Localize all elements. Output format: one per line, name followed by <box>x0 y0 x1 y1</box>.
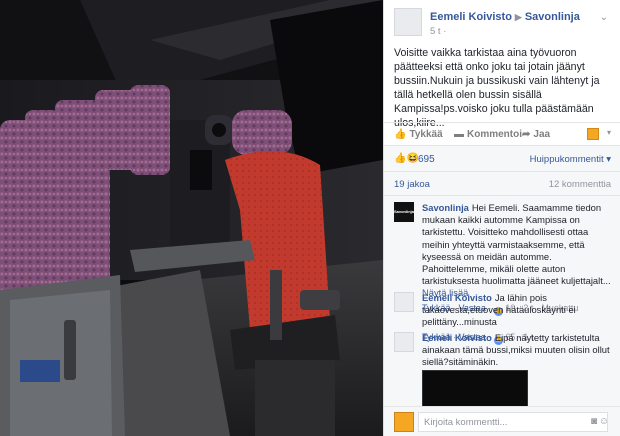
comments-count[interactable]: 12 kommenttia <box>549 179 611 190</box>
post-author-line: Eemeli Koivisto ▶ Savonlinja <box>430 11 580 23</box>
comment-sort-dropdown[interactable]: Huippukommentit ▾ <box>530 154 611 165</box>
comments-list: Savonlinja Savonlinja Hei Eemeli. Saamamm… <box>384 196 620 406</box>
sort-label: Huippukommentit <box>529 154 604 165</box>
share-arrow-icon: ➦ <box>522 129 531 140</box>
comment-label: Kommentoi <box>467 129 522 140</box>
camera-icon[interactable]: ◙ <box>591 416 597 427</box>
reaction-icons[interactable]: 👍😆 <box>394 153 419 164</box>
page-thumb-icon[interactable] <box>587 128 599 140</box>
like-label: Tykkää <box>409 129 443 140</box>
reactions-row: 👍😆 695 Huippukommentit ▾ <box>384 146 620 172</box>
shares-count[interactable]: 19 jakoa <box>394 179 430 190</box>
commenter-avatar[interactable] <box>394 332 414 352</box>
comment-text: Hei Eemeli. Saamamme tiedon mukaan kaikk… <box>422 202 611 287</box>
bus-interior-image <box>0 0 383 436</box>
comment-icon: ▬ <box>454 129 464 140</box>
share-button[interactable]: ➦ Jaa <box>522 129 550 140</box>
share-label: Jaa <box>533 129 551 140</box>
comment-body: Eemeli Koivisto Eipä näytetty tarkistetul… <box>422 332 614 369</box>
target-page-link[interactable]: Savonlinja <box>525 11 580 23</box>
globe-icon: · <box>443 26 447 37</box>
comment-image[interactable] <box>422 370 528 406</box>
post-time-text: 5 t <box>430 26 441 37</box>
post-panel: Eemeli Koivisto ▶ Savonlinja 5 t · ⌄ Voisi… <box>383 0 620 436</box>
post-text: Voisitte vaikka tarkistaa aina työvuoron… <box>394 47 600 129</box>
comment-composer: Kirjoita kommentti... ◙ ☺ <box>384 406 620 436</box>
comment-input[interactable]: Kirjoita kommentti... <box>418 412 608 432</box>
reaction-count[interactable]: 695 <box>418 154 435 165</box>
thumbs-up-icon: 👍 <box>394 129 407 140</box>
post-options-chevron-icon[interactable]: ⌄ <box>600 12 608 23</box>
arrow-right-icon: ▶ <box>514 12 522 22</box>
commenter-name[interactable]: Eemeli Koivisto <box>422 292 492 303</box>
post-timestamp[interactable]: 5 t · <box>430 26 446 37</box>
post-header: Eemeli Koivisto ▶ Savonlinja 5 t · ⌄ <box>394 8 614 40</box>
commenter-name[interactable]: Savonlinja <box>422 202 469 213</box>
commenter-name[interactable]: Eemeli Koivisto <box>422 332 492 343</box>
share-comment-counts: 19 jakoa 12 kommenttia <box>384 172 620 196</box>
comment-button[interactable]: ▬ Kommentoi <box>454 129 522 140</box>
chevron-down-icon[interactable]: ▾ <box>607 128 611 137</box>
commenter-avatar[interactable]: Savonlinja <box>394 202 414 222</box>
post-action-bar: 👍 Tykkää ▬ Kommentoi ➦ Jaa ▾ <box>384 122 620 146</box>
post-photo[interactable] <box>0 0 383 436</box>
author-avatar[interactable] <box>394 8 422 36</box>
smiley-icon[interactable]: ☺ <box>599 416 609 427</box>
author-name[interactable]: Eemeli Koivisto <box>430 11 512 23</box>
like-button[interactable]: 👍 Tykkää <box>394 129 443 140</box>
commenter-avatar[interactable] <box>394 292 414 312</box>
comment-placeholder: Kirjoita kommentti... <box>424 417 508 428</box>
viewer-avatar <box>394 412 414 432</box>
